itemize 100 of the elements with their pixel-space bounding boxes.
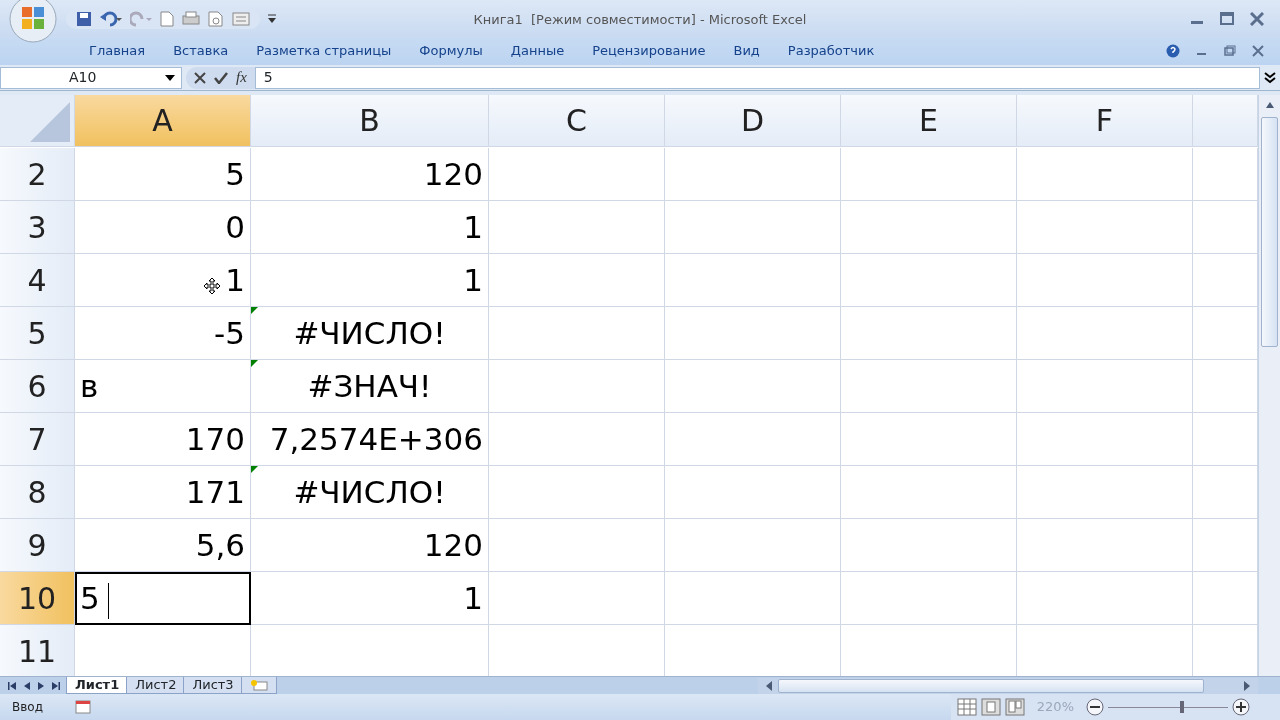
zoom-in-icon[interactable] <box>1232 698 1250 716</box>
row-header[interactable]: 11 <box>0 625 75 676</box>
close-icon[interactable] <box>1252 45 1264 57</box>
printer-icon[interactable] <box>182 10 200 27</box>
insert-function-button[interactable]: fx <box>236 66 247 89</box>
empty-cell[interactable] <box>489 413 665 466</box>
empty-cell[interactable] <box>665 254 841 307</box>
row-header[interactable]: 5 <box>0 307 75 360</box>
normal-view-icon[interactable] <box>956 698 977 716</box>
empty-cell[interactable] <box>1017 201 1193 254</box>
row-header[interactable]: 10 <box>0 572 75 625</box>
column-header[interactable]: A <box>75 95 251 147</box>
empty-cell[interactable] <box>1017 413 1193 466</box>
empty-cell[interactable] <box>1017 466 1193 519</box>
save-icon[interactable] <box>76 10 92 27</box>
name-box[interactable]: A10 <box>0 66 182 89</box>
check-icon[interactable] <box>214 71 228 84</box>
last-sheet-icon[interactable] <box>52 681 60 690</box>
column-header[interactable]: C <box>489 95 665 147</box>
zoom-slider-thumb[interactable] <box>1180 700 1185 713</box>
ribbon-tab[interactable]: Разметка страницы <box>242 41 406 61</box>
empty-cell[interactable] <box>489 307 665 360</box>
cancel-icon[interactable] <box>194 71 206 84</box>
print-preview-icon[interactable] <box>208 10 224 27</box>
empty-cell[interactable] <box>489 201 665 254</box>
empty-cell[interactable] <box>841 360 1017 413</box>
row-header[interactable]: 2 <box>0 148 75 201</box>
column-header[interactable]: B <box>251 95 489 147</box>
empty-cell[interactable] <box>665 360 841 413</box>
undo-icon[interactable] <box>100 10 122 27</box>
row-header[interactable]: 6 <box>0 360 75 413</box>
redo-icon[interactable] <box>130 10 152 27</box>
empty-cell[interactable] <box>841 201 1017 254</box>
empty-cell[interactable] <box>1017 254 1193 307</box>
office-button-icon[interactable] <box>8 0 58 44</box>
previous-sheet-icon[interactable] <box>24 681 30 690</box>
sheet-icon[interactable] <box>75 700 91 714</box>
empty-cell[interactable] <box>1017 519 1193 572</box>
page-layout-icon[interactable] <box>980 698 1001 716</box>
empty-cell[interactable] <box>1017 307 1193 360</box>
empty-cell[interactable] <box>665 307 841 360</box>
scrollbar-thumb[interactable] <box>778 678 1204 693</box>
row-header[interactable]: 7 <box>0 413 75 466</box>
empty-cell[interactable] <box>489 254 665 307</box>
empty-cell[interactable] <box>489 466 665 519</box>
zoom-out-icon[interactable] <box>1086 698 1104 716</box>
help-icon[interactable] <box>1166 44 1180 58</box>
empty-cell[interactable] <box>665 519 841 572</box>
formula-field[interactable]: 5 <box>254 66 1260 89</box>
restore-icon[interactable] <box>1224 45 1236 57</box>
scroll-right-icon[interactable] <box>1244 680 1250 691</box>
insert-sheet-icon[interactable] <box>240 677 277 694</box>
empty-cell[interactable] <box>841 572 1017 625</box>
empty-cell[interactable] <box>665 572 841 625</box>
empty-cell[interactable] <box>841 307 1017 360</box>
column-header[interactable]: F <box>1017 95 1193 147</box>
empty-cell[interactable] <box>665 148 841 201</box>
page-break-icon[interactable] <box>1004 698 1025 716</box>
empty-cell[interactable] <box>841 466 1017 519</box>
scroll-up-icon[interactable] <box>1265 102 1274 108</box>
column-header[interactable] <box>1193 95 1258 147</box>
active-cell[interactable]: 5 <box>75 572 251 625</box>
next-sheet-icon[interactable] <box>38 681 44 690</box>
sheet-tab[interactable]: Лист1 <box>66 677 129 694</box>
column-header[interactable]: E <box>841 95 1017 147</box>
column-header[interactable]: D <box>665 95 841 147</box>
ribbon-tab[interactable]: Рецензирование <box>578 41 720 61</box>
empty-cell[interactable] <box>841 519 1017 572</box>
empty-cell[interactable] <box>841 148 1017 201</box>
empty-cell[interactable] <box>489 519 665 572</box>
new-document-icon[interactable] <box>160 10 174 27</box>
empty-cell[interactable] <box>665 201 841 254</box>
ribbon-tab[interactable]: Вид <box>719 41 774 61</box>
caret-icon[interactable] <box>165 74 175 81</box>
sheet-tab[interactable]: Лист2 <box>126 677 186 694</box>
scrollbar-thumb[interactable] <box>1261 117 1278 347</box>
empty-cell[interactable] <box>489 148 665 201</box>
empty-cell[interactable] <box>665 466 841 519</box>
empty-cell[interactable] <box>841 254 1017 307</box>
ribbon-tab[interactable]: Формулы <box>405 41 497 61</box>
sheet-tab[interactable]: Лист3 <box>183 677 243 694</box>
empty-cell[interactable] <box>1017 148 1193 201</box>
empty-cell[interactable] <box>665 413 841 466</box>
customize-dropdown-icon[interactable] <box>268 13 276 24</box>
row-header[interactable]: 8 <box>0 466 75 519</box>
maximize-icon[interactable] <box>1220 11 1234 26</box>
empty-cell[interactable] <box>841 413 1017 466</box>
form-icon[interactable] <box>232 10 250 27</box>
empty-cell[interactable] <box>489 572 665 625</box>
ribbon-tab[interactable]: Главная <box>75 41 160 61</box>
ribbon-tab[interactable]: Разработчик <box>773 41 889 61</box>
close-icon[interactable] <box>1250 11 1264 26</box>
scroll-left-icon[interactable] <box>766 680 772 691</box>
row-header[interactable]: 4 <box>0 254 75 307</box>
ribbon-tab[interactable]: Вставка <box>159 41 243 61</box>
ribbon-tab[interactable]: Данные <box>496 41 579 61</box>
empty-cell[interactable] <box>1017 572 1193 625</box>
empty-cell[interactable] <box>1017 360 1193 413</box>
row-header[interactable]: 9 <box>0 519 75 572</box>
first-sheet-icon[interactable] <box>8 681 16 690</box>
